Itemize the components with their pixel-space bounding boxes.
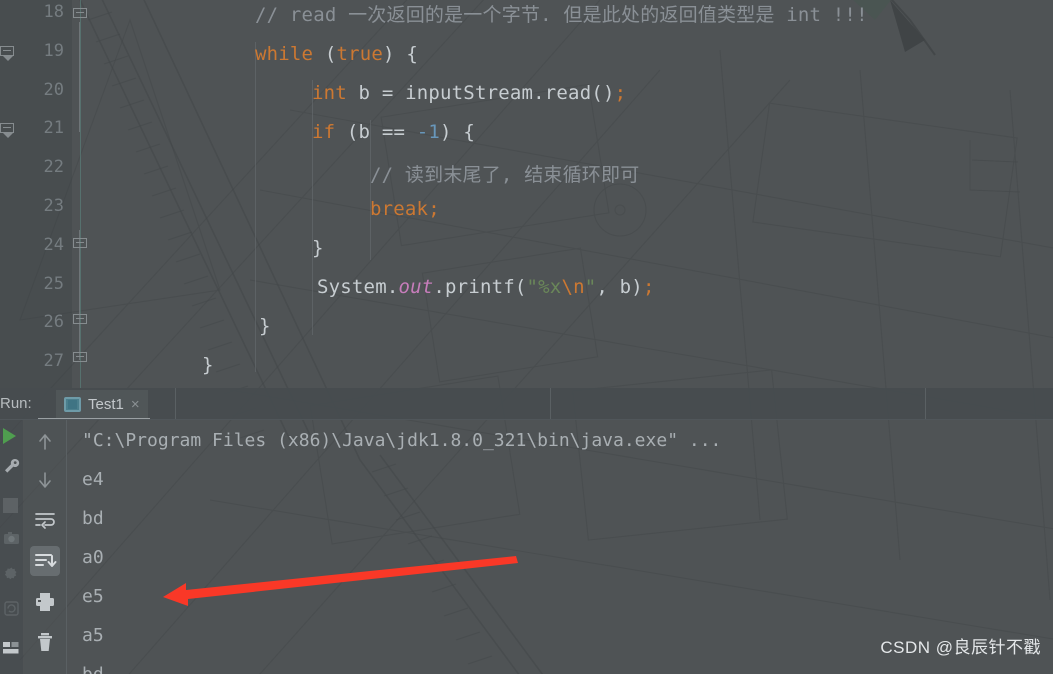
run-side-toolbar[interactable] — [0, 420, 23, 674]
soft-wrap-icon[interactable] — [33, 508, 57, 532]
stop-square-icon[interactable] — [3, 498, 18, 513]
code-token: int — [312, 82, 347, 104]
close-icon[interactable]: × — [131, 397, 140, 412]
run-label: Run: — [0, 395, 32, 412]
code-token: , b) — [596, 276, 643, 298]
code-line-26: } — [259, 315, 271, 337]
run-tab-label: Test1 — [88, 395, 124, 413]
code-token: break — [370, 198, 429, 220]
console-line-4: e5 — [82, 586, 104, 607]
code-token: } — [259, 315, 271, 337]
console-line-6: bd — [82, 664, 104, 674]
code-token: } — [202, 354, 214, 376]
code-token: ( — [313, 43, 337, 65]
code-editor[interactable]: 18 19 20 21 22 23 24 25 26 27 // read 一次返回的是一个字节.… — [0, 0, 1053, 388]
code-token: "%x — [526, 276, 562, 298]
header-separator — [175, 388, 176, 420]
code-line-19: while (true) { — [255, 43, 418, 65]
code-line-20: int b = inputStream.read(); — [312, 82, 626, 104]
code-line-27: } — [202, 354, 214, 376]
run-header: Run: Test1 × — [0, 388, 1053, 420]
code-token: out — [398, 276, 434, 298]
camera-icon[interactable] — [3, 530, 20, 547]
code-token: while — [255, 43, 314, 65]
code-token: // read 一次返回的是一个字节. 但是此处的返回值类型是 int !!! — [255, 4, 868, 26]
code-content[interactable]: // read 一次返回的是一个字节. 但是此处的返回值类型是 int !!! … — [0, 0, 1053, 388]
code-line-21: if (b == -1) { — [312, 121, 475, 143]
console-line-5: a5 — [82, 625, 104, 646]
code-token: true — [336, 43, 384, 65]
code-line-25: System.out.printf("%x\n", b); — [317, 276, 655, 298]
code-token: b = inputStream.read() — [346, 82, 615, 104]
ide-window: 18 19 20 21 22 23 24 25 26 27 // read 一次返回的是一个字节.… — [0, 0, 1053, 674]
code-token: ; — [642, 276, 655, 298]
code-line-22: // 读到末尾了, 结束循环即可 — [370, 160, 639, 187]
console-line-3: a0 — [82, 547, 104, 568]
csdn-watermark: CSDN @良辰针不戳 — [880, 638, 1041, 657]
scroll-to-end-icon[interactable] — [30, 546, 60, 576]
code-token: ; — [428, 198, 440, 220]
run-tool-window[interactable]: Run: Test1 × "C:\Program Files (x86)\Jav… — [0, 388, 1053, 674]
code-token: (b == — [335, 121, 417, 143]
header-separator — [925, 388, 926, 420]
code-token: if — [312, 121, 336, 143]
run-tab-test1[interactable]: Test1 × — [56, 390, 148, 418]
code-token: -1 — [416, 121, 441, 143]
printer-icon[interactable] — [33, 590, 57, 614]
console-toolbar[interactable] — [24, 420, 66, 674]
code-line-18: // read 一次返回的是一个字节. 但是此处的返回值类型是 int !!! — [255, 0, 868, 27]
code-token: } — [312, 237, 324, 259]
code-token: \n — [561, 276, 585, 298]
run-configuration-icon — [64, 396, 81, 412]
console-line-0: "C:\Program Files (x86)\Java\jdk1.8.0_32… — [82, 430, 722, 451]
code-line-23: break; — [370, 198, 440, 220]
code-token: // 读到末尾了, 结束循环即可 — [370, 164, 640, 186]
console-toolbar-separator — [66, 420, 67, 674]
trash-icon[interactable] — [33, 630, 57, 654]
code-token: ) { — [383, 43, 418, 65]
code-token: ; — [614, 82, 627, 104]
console-line-2: bd — [82, 508, 104, 529]
layout-icon[interactable] — [3, 640, 20, 654]
refresh-icon[interactable] — [3, 600, 20, 617]
arrow-down-icon[interactable] — [33, 468, 57, 492]
code-token: ) { — [440, 121, 475, 143]
code-token: .printf( — [433, 276, 527, 298]
gear-icon[interactable] — [3, 565, 20, 582]
code-token: " — [584, 276, 597, 298]
play-icon[interactable] — [3, 428, 20, 445]
arrow-up-icon[interactable] — [33, 430, 57, 454]
code-line-24: } — [312, 237, 324, 259]
wrench-icon[interactable] — [3, 458, 20, 475]
console-line-1: e4 — [82, 469, 104, 490]
code-token: System. — [317, 276, 399, 298]
header-separator — [550, 388, 551, 420]
